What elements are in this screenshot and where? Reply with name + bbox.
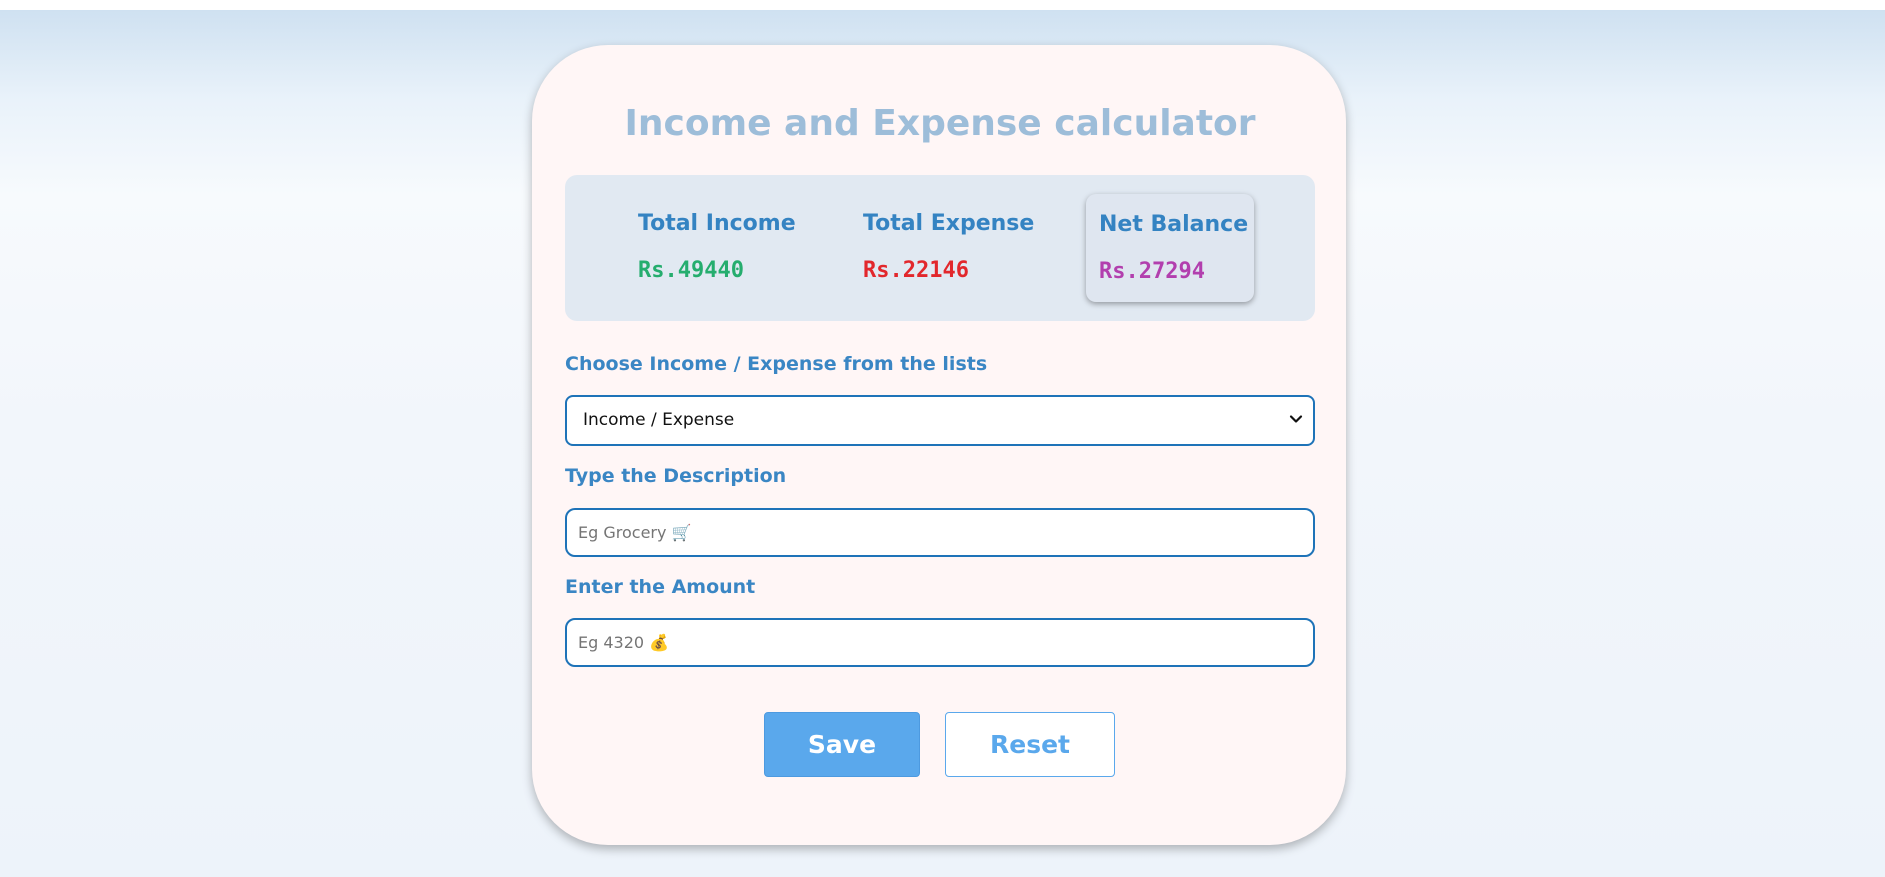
chevron-down-icon	[1289, 415, 1303, 423]
total-income-label: Total Income	[638, 211, 796, 236]
total-income-value: Rs.49440	[638, 258, 744, 283]
page-title: Income and Expense calculator	[624, 103, 1256, 144]
total-expense-value: Rs.22146	[863, 258, 969, 283]
description-input[interactable]	[565, 508, 1315, 557]
type-select[interactable]: Income / Expense	[565, 395, 1315, 446]
description-label: Type the Description	[565, 465, 787, 487]
reset-button[interactable]: Reset	[945, 712, 1115, 777]
type-select-value: Income / Expense	[583, 410, 735, 430]
save-button[interactable]: Save	[764, 712, 920, 777]
net-balance-value: Rs.27294	[1099, 259, 1205, 284]
total-expense-label: Total Expense	[863, 211, 1035, 236]
amount-input[interactable]	[565, 618, 1315, 667]
net-balance-card	[1086, 194, 1254, 302]
net-balance-label: Net Balance	[1099, 212, 1249, 237]
type-select-label: Choose Income / Expense from the lists	[565, 353, 988, 375]
amount-label: Enter the Amount	[565, 576, 756, 598]
